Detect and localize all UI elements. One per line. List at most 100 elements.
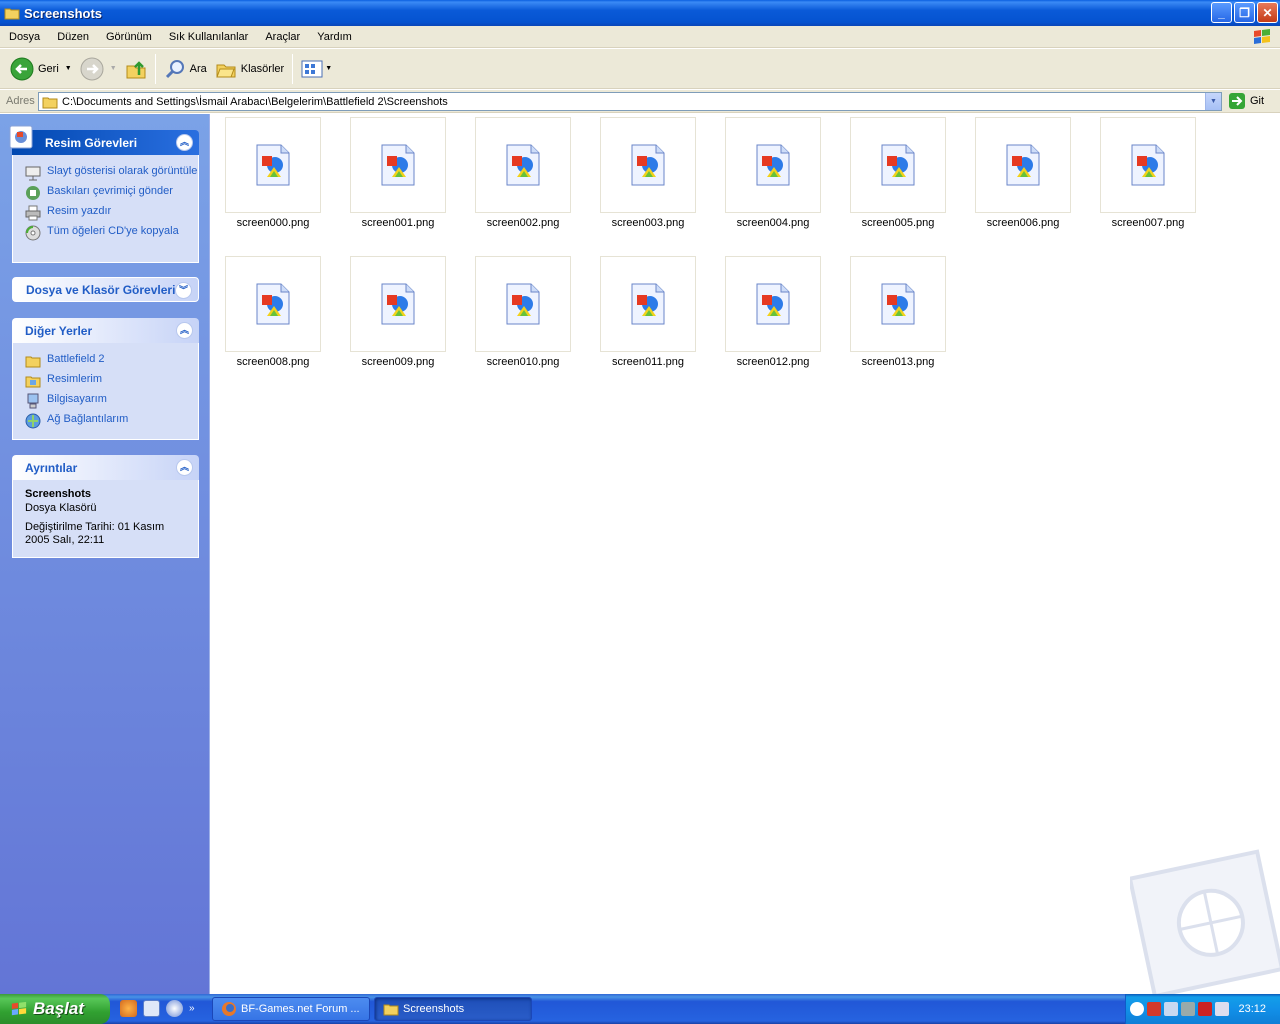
taskbar-button-firefox[interactable]: BF-Games.net Forum ... — [212, 997, 370, 1021]
png-image-icon — [256, 144, 290, 186]
up-folder-button[interactable] — [121, 52, 151, 86]
close-button[interactable]: ✕ — [1257, 2, 1278, 23]
media-player-icon[interactable] — [166, 1000, 183, 1017]
file-name: screen000.png — [236, 217, 310, 229]
file-thumbnail[interactable]: screen012.png — [711, 253, 831, 383]
file-name: screen012.png — [736, 356, 810, 368]
other-places-header[interactable]: Diğer Yerler ︽ — [12, 318, 199, 343]
file-list: screen000.png screen001.png screen002.png s… — [211, 114, 1280, 994]
cd-icon — [25, 225, 41, 241]
back-dropdown-icon[interactable]: ▼ — [65, 65, 72, 72]
start-button[interactable]: Başlat — [0, 994, 110, 1024]
window-title: Screenshots — [24, 5, 103, 21]
minimize-button[interactable]: _ — [1211, 2, 1232, 23]
restore-button[interactable]: ❐ — [1234, 2, 1255, 23]
file-thumbnail[interactable]: screen007.png — [1086, 114, 1206, 244]
address-input[interactable]: C:\Documents and Settings\İsmail Arabacı… — [38, 92, 1222, 111]
computer-icon — [27, 393, 39, 409]
folder-icon — [4, 8, 20, 20]
task-copy-to-cd[interactable]: Tüm öğeleri CD'ye kopyala — [25, 225, 198, 241]
file-thumbnail[interactable]: screen005.png — [836, 114, 956, 244]
menu-file[interactable]: Dosya — [0, 26, 48, 48]
tray-expand-icon[interactable] — [1130, 1002, 1144, 1016]
quick-launch: » — [120, 1000, 195, 1017]
volume-icon[interactable] — [1215, 1002, 1229, 1016]
collapse-chevron-icon[interactable]: ︽ — [176, 459, 193, 476]
menu-edit[interactable]: Düzen — [48, 26, 97, 48]
place-network-connections[interactable]: Ağ Bağlantılarım — [25, 413, 198, 429]
file-tasks-header[interactable]: Dosya ve Klasör Görevleri ︾ — [12, 277, 199, 302]
file-thumbnail[interactable]: screen010.png — [461, 253, 581, 383]
place-battlefield2[interactable]: Battlefield 2 — [25, 353, 198, 369]
windows-logo-icon — [1254, 29, 1270, 44]
place-my-pictures[interactable]: Resimlerim — [25, 373, 198, 389]
details-type: Dosya Klasörü — [25, 502, 97, 514]
slideshow-icon — [25, 166, 41, 181]
menu-help[interactable]: Yardım — [308, 26, 360, 48]
address-path: C:\Documents and Settings\İsmail Arabacı… — [62, 95, 448, 108]
kaspersky-icon[interactable] — [1198, 1002, 1212, 1016]
task-slideshow[interactable]: Slayt gösterisi olarak görüntüle — [25, 165, 198, 181]
folders-button[interactable]: Klasörler — [211, 52, 288, 86]
printer-icon — [25, 205, 41, 221]
network-tray-icon[interactable] — [1164, 1002, 1178, 1016]
file-thumbnail[interactable]: screen001.png — [336, 114, 456, 244]
menu-view[interactable]: Görünüm — [97, 26, 160, 48]
file-thumbnail[interactable]: screen006.png — [961, 114, 1081, 244]
go-button[interactable]: Git — [1228, 92, 1264, 110]
file-name: screen004.png — [736, 217, 810, 229]
details-header[interactable]: Ayrıntılar ︽ — [12, 455, 199, 480]
task-print-picture[interactable]: Resim yazdır — [25, 205, 198, 221]
antivirus-shield-icon[interactable] — [1147, 1002, 1161, 1016]
place-my-computer[interactable]: Bilgisayarım — [25, 393, 198, 409]
firefox-icon[interactable] — [120, 1000, 137, 1017]
views-icon — [301, 60, 323, 77]
thumbnail-frame — [225, 117, 321, 213]
file-thumbnail[interactable]: screen000.png — [211, 114, 331, 244]
details-name: Screenshots — [25, 488, 92, 500]
title-bar[interactable]: Screenshots _ ❐ ✕ — [0, 0, 1280, 26]
file-thumbnail[interactable]: screen011.png — [586, 253, 706, 383]
expand-chevron-icon[interactable]: ︾ — [175, 282, 192, 299]
back-button[interactable]: Geri ▼ — [6, 52, 76, 86]
quick-launch-more-icon[interactable]: » — [189, 1003, 195, 1014]
address-dropdown-button[interactable]: ▼ — [1205, 93, 1221, 110]
thumbnail-frame — [350, 256, 446, 352]
thumbnail-frame — [600, 117, 696, 213]
taskbar-button-screenshots[interactable]: Screenshots — [374, 997, 532, 1021]
task-order-prints[interactable]: Baskıları çevrimiçi gönder — [25, 185, 198, 201]
file-name: screen007.png — [1111, 217, 1185, 229]
png-image-icon — [631, 283, 665, 325]
file-thumbnail[interactable]: screen003.png — [586, 114, 706, 244]
thumbnail-frame — [975, 117, 1071, 213]
search-button[interactable]: Ara — [160, 52, 211, 86]
forward-dropdown-icon[interactable]: ▼ — [110, 65, 117, 72]
firefox-icon — [222, 1002, 236, 1016]
file-thumbnail[interactable]: screen013.png — [836, 253, 956, 383]
file-thumbnail[interactable]: screen004.png — [711, 114, 831, 244]
forward-button[interactable]: ▼ — [76, 52, 121, 86]
png-image-icon — [756, 283, 790, 325]
file-thumbnail[interactable]: screen002.png — [461, 114, 581, 244]
png-image-icon — [756, 144, 790, 186]
collapse-chevron-icon[interactable]: ︽ — [176, 134, 193, 151]
views-dropdown-icon[interactable]: ▼ — [325, 65, 332, 72]
menu-favorites[interactable]: Sık Kullanılanlar — [160, 26, 257, 48]
png-image-icon — [881, 144, 915, 186]
toolbar-separator — [292, 53, 294, 84]
png-image-icon — [631, 144, 665, 186]
file-thumbnail[interactable]: screen009.png — [336, 253, 456, 383]
show-desktop-icon[interactable] — [143, 1000, 160, 1017]
tray-app-icon[interactable] — [1181, 1002, 1195, 1016]
png-image-icon — [381, 283, 415, 325]
collapse-chevron-icon[interactable]: ︽ — [176, 322, 193, 339]
views-button[interactable]: ▼ — [297, 52, 336, 86]
details-modified: Değiştirilme Tarihi: 01 Kasım 2005 Salı,… — [25, 521, 165, 546]
file-name: screen011.png — [612, 356, 684, 368]
file-thumbnail[interactable]: screen008.png — [211, 253, 331, 383]
file-name: screen008.png — [236, 356, 310, 368]
menu-tools[interactable]: Araçlar — [256, 26, 308, 48]
my-pictures-icon — [25, 376, 41, 388]
clock[interactable]: 23:12 — [1238, 1003, 1266, 1015]
picture-tasks-header[interactable]: Resim Görevleri ︽ — [9, 125, 199, 155]
